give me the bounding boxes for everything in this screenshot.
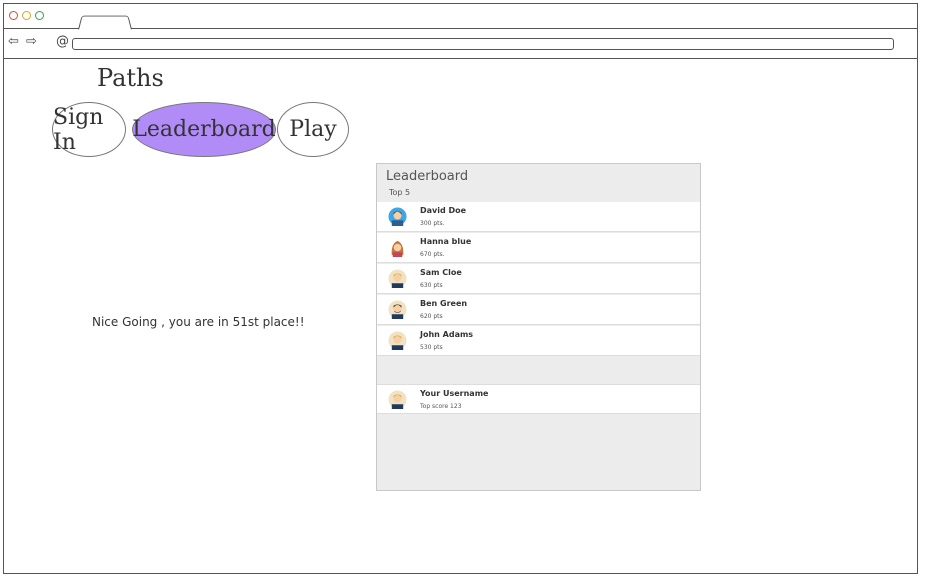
leaderboard-row[interactable]: David Doe 300 pts. bbox=[377, 202, 700, 232]
avatar-icon bbox=[388, 390, 407, 409]
leaderboard-panel: Leaderboard Top 5 David Doe 300 pts. Han… bbox=[376, 163, 701, 491]
leaderboard-row[interactable]: Ben Green 620 pts bbox=[377, 295, 700, 325]
player-name: Hanna blue bbox=[420, 237, 472, 246]
maximize-window-icon[interactable] bbox=[35, 11, 44, 20]
avatar-icon bbox=[388, 269, 407, 288]
player-score: 630 pts bbox=[420, 282, 443, 289]
arrow-left-icon[interactable]: ⇦ bbox=[8, 35, 19, 49]
title-bar bbox=[4, 4, 917, 30]
leaderboard-row[interactable]: Hanna blue 670 pts. bbox=[377, 233, 700, 263]
url-bar[interactable] bbox=[72, 38, 894, 50]
reload-icon[interactable]: @ bbox=[56, 35, 69, 49]
rank-message: Nice Going , you are in 51st place!! bbox=[92, 315, 305, 329]
avatar-icon bbox=[388, 331, 407, 350]
player-score: 530 pts bbox=[420, 344, 443, 351]
browser-navbar: ⇦ ⇨ @ bbox=[4, 28, 917, 59]
player-score: 300 pts. bbox=[420, 220, 445, 227]
arrow-right-icon[interactable]: ⇨ bbox=[26, 35, 37, 49]
current-user-name: Your Username bbox=[420, 389, 489, 398]
player-name: Sam Cloe bbox=[420, 268, 462, 277]
player-name: Ben Green bbox=[420, 299, 468, 308]
app-title: Paths bbox=[97, 64, 164, 92]
leaderboard-title: Leaderboard bbox=[386, 169, 469, 184]
play-button[interactable]: Play bbox=[277, 102, 349, 157]
avatar-icon bbox=[388, 300, 407, 319]
player-name: John Adams bbox=[420, 330, 474, 339]
leaderboard-row[interactable]: Sam Cloe 630 pts bbox=[377, 264, 700, 294]
minimize-window-icon[interactable] bbox=[22, 11, 31, 20]
player-score: 670 pts. bbox=[420, 251, 445, 258]
current-user-score: Top score 123 bbox=[420, 403, 462, 410]
leaderboard-subtitle: Top 5 bbox=[389, 188, 411, 197]
current-user-row[interactable]: Your Username Top score 123 bbox=[377, 384, 700, 414]
signin-button[interactable]: Sign In bbox=[52, 102, 126, 157]
player-name: David Doe bbox=[420, 206, 467, 215]
avatar-icon bbox=[391, 240, 404, 257]
player-score: 620 pts bbox=[420, 313, 443, 320]
avatar-icon bbox=[388, 207, 407, 226]
leaderboard-button[interactable]: Leaderboard bbox=[132, 102, 276, 157]
leaderboard-row[interactable]: John Adams 530 pts bbox=[377, 326, 700, 356]
close-window-icon[interactable] bbox=[9, 11, 18, 20]
